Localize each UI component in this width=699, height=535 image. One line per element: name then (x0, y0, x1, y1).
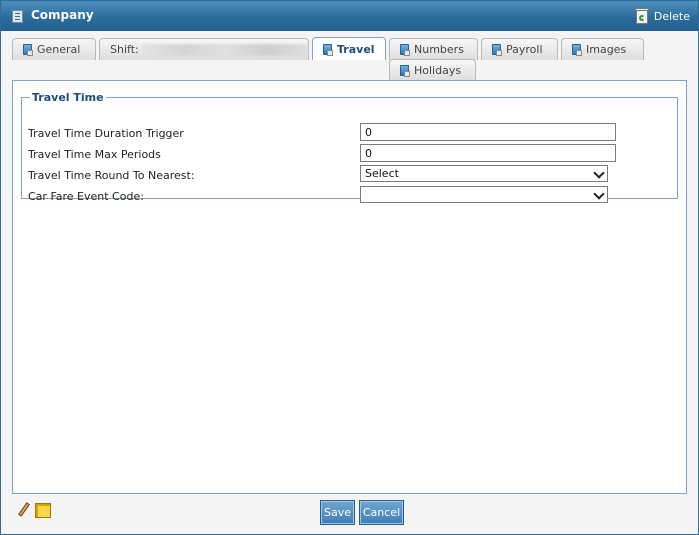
tab-numbers[interactable]: Numbers (389, 38, 478, 60)
duration-trigger-input[interactable]: 0 (360, 123, 616, 141)
document-icon (400, 65, 410, 77)
document-icon (23, 44, 33, 56)
tab-shift[interactable]: Shift: (99, 38, 309, 60)
pencil-icon[interactable] (17, 502, 31, 517)
title-bar: Company Delete (1, 1, 698, 31)
duration-trigger-label: Travel Time Duration Trigger (28, 127, 184, 140)
delete-label: Delete (653, 9, 690, 23)
tab-images[interactable]: Images (561, 38, 644, 60)
tab-content-panel: Travel Time Travel Time Duration Trigger… (12, 80, 687, 494)
round-to-nearest-select[interactable]: Select (360, 165, 608, 182)
recycle-bin-icon (634, 7, 650, 25)
building-icon (12, 10, 23, 23)
tab-numbers-label: Numbers (414, 43, 464, 56)
tab-payroll-label: Payroll (506, 43, 543, 56)
save-button[interactable]: Save (320, 500, 355, 525)
max-periods-input[interactable]: 0 (360, 144, 616, 162)
tab-holidays-label: Holidays (414, 64, 462, 77)
travel-time-legend: Travel Time (32, 91, 104, 104)
note-icon[interactable] (35, 503, 51, 518)
company-window: Company Delete General Shift: Travel Num… (0, 0, 699, 535)
document-icon (492, 44, 502, 56)
tab-general[interactable]: General (12, 38, 96, 60)
car-fare-event-code-label: Car Fare Event Code: (28, 190, 144, 203)
delete-button[interactable]: Delete (634, 7, 690, 25)
tab-shift-label: Shift: (110, 43, 139, 56)
tab-travel-label: Travel (337, 42, 375, 56)
chevron-down-icon (594, 190, 604, 200)
max-periods-label: Travel Time Max Periods (28, 148, 161, 161)
document-icon (400, 44, 410, 56)
tab-payroll[interactable]: Payroll (481, 38, 558, 60)
car-fare-event-code-select[interactable] (360, 186, 608, 203)
tab-images-label: Images (586, 43, 627, 56)
shift-name-redacted (142, 43, 308, 56)
document-icon (572, 44, 582, 56)
round-to-nearest-label: Travel Time Round To Nearest: (28, 169, 195, 182)
travel-time-group: Travel Time Travel Time Duration Trigger… (21, 91, 678, 203)
duration-trigger-value: 0 (365, 125, 372, 139)
window-title: Company (31, 8, 94, 22)
round-to-nearest-selected: Select (365, 167, 399, 180)
tab-holidays[interactable]: Holidays (389, 59, 476, 81)
document-icon (323, 43, 333, 56)
tab-general-label: General (37, 43, 81, 56)
max-periods-value: 0 (365, 146, 372, 160)
cancel-button[interactable]: Cancel (359, 500, 404, 525)
chevron-down-icon (594, 169, 604, 179)
tab-travel[interactable]: Travel (312, 37, 386, 60)
